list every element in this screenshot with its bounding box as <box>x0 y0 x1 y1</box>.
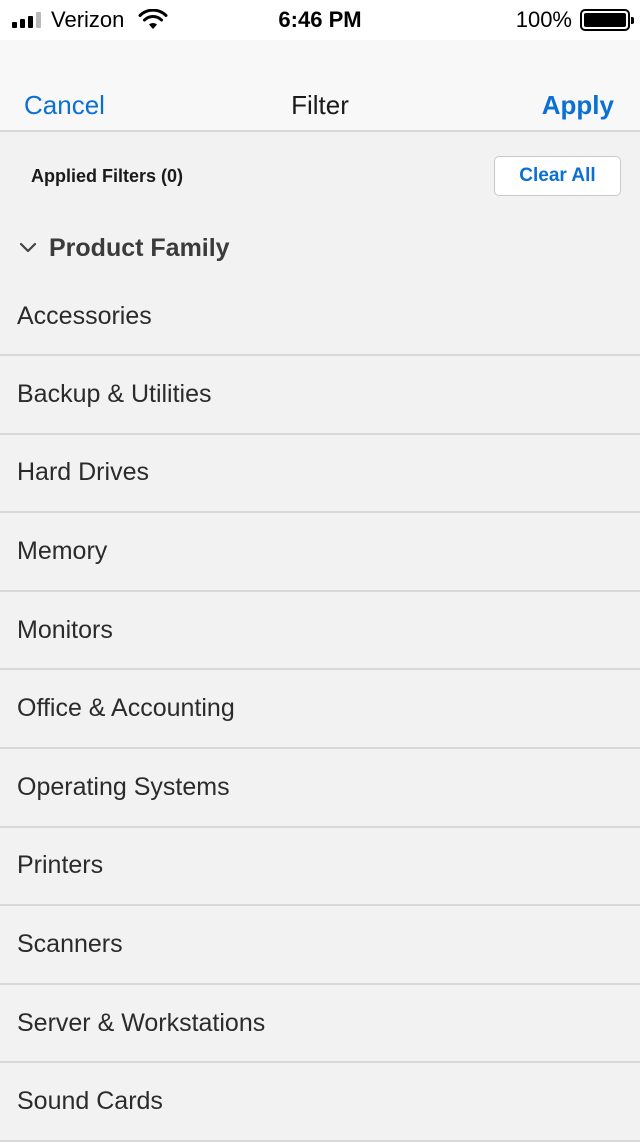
list-item-label: Sound Cards <box>17 1087 163 1116</box>
wifi-icon <box>138 9 168 29</box>
list-item[interactable]: Printers <box>0 828 640 907</box>
status-bar: Verizon 6:46 PM 100% <box>0 0 640 40</box>
list-item[interactable]: Scanners <box>0 906 640 985</box>
status-right: 100% <box>515 0 634 40</box>
cellular-signal-icon <box>12 12 41 28</box>
battery-icon <box>580 9 634 31</box>
list-item-label: Memory <box>17 536 108 565</box>
apply-button[interactable]: Apply <box>542 40 614 132</box>
list-item-label: Hard Drives <box>17 458 149 487</box>
list-item-label: Backup & Utilities <box>17 379 212 408</box>
list-item-label: Server & Workstations <box>17 1008 266 1037</box>
list-item-label: Office & Accounting <box>17 694 235 723</box>
list-item[interactable]: Server & Workstations <box>0 985 640 1064</box>
list-item[interactable]: Memory <box>0 513 640 592</box>
list-item-label: Scanners <box>17 929 123 958</box>
section-header-product-family[interactable]: Product Family <box>0 218 640 278</box>
list-item[interactable]: Backup & Utilities <box>0 356 640 435</box>
list-item[interactable]: Monitors <box>0 592 640 671</box>
list-item[interactable]: Accessories <box>0 278 640 356</box>
battery-fill <box>584 13 626 27</box>
nav-bar: Cancel Filter Apply <box>0 40 640 132</box>
status-left: Verizon <box>12 0 168 40</box>
battery-percentage: 100% <box>515 7 572 32</box>
chevron-down-icon <box>19 242 37 253</box>
applied-filters-label: Applied Filters (0) <box>31 166 184 186</box>
list-item-label: Monitors <box>17 615 113 644</box>
list-item[interactable]: Office & Accounting <box>0 670 640 749</box>
clear-all-button[interactable]: Clear All <box>494 156 621 196</box>
cancel-button[interactable]: Cancel <box>24 40 105 132</box>
section-title: Product Family <box>49 233 230 262</box>
product-family-list: Accessories Backup & Utilities Hard Drives… <box>0 278 640 1142</box>
list-item[interactable]: Sound Cards <box>0 1063 640 1142</box>
list-item[interactable]: Hard Drives <box>0 435 640 514</box>
list-item[interactable]: Operating Systems <box>0 749 640 828</box>
list-item-label: Printers <box>17 851 104 880</box>
list-item-label: Operating Systems <box>17 772 230 801</box>
applied-filters-row: Applied Filters (0) Clear All <box>0 134 640 218</box>
list-item-label: Accessories <box>17 301 152 330</box>
carrier-name: Verizon <box>51 7 125 32</box>
